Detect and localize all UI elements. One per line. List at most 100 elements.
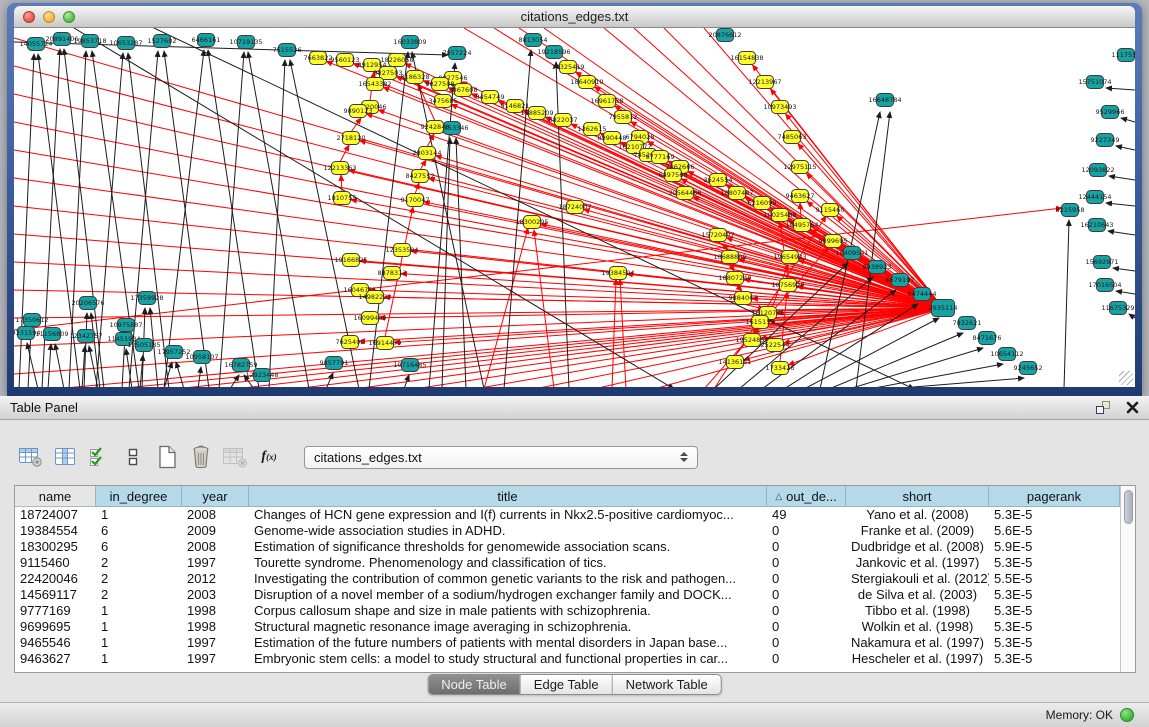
table-cell[interactable]: Estimation of significance thresholds fo… [249,539,767,555]
table-cell[interactable]: 9463627 [15,651,96,667]
table-row[interactable]: 969969511998Structural magnetic resonanc… [15,619,1120,635]
tab-node-table[interactable]: Node Table [428,675,521,694]
network-edge[interactable] [164,51,209,387]
table-cell[interactable]: 1 [96,507,182,523]
table-cell[interactable]: 1 [96,651,182,667]
tab-network-table[interactable]: Network Table [613,675,721,694]
network-edge[interactable] [869,364,1003,387]
show-columns-icon[interactable] [50,443,80,471]
table-cell[interactable]: 0 [767,539,846,555]
table-cell[interactable]: 6 [96,523,182,539]
table-scrollbar-thumb[interactable] [1124,490,1133,524]
network-edge[interactable] [612,279,616,387]
table-cell[interactable]: 9699695 [15,619,96,635]
window-titlebar[interactable]: citations_edges.txt [14,6,1135,28]
table-cell[interactable]: 5.3E-5 [989,651,1120,667]
table-cell[interactable]: Jankovic et al. (1997) [846,555,989,571]
table-cell[interactable]: 2 [96,571,182,587]
network-edge[interactable] [404,375,409,387]
network-edge[interactable] [1116,146,1135,150]
table-cell[interactable]: 0 [767,619,846,635]
table-cell[interactable]: 5.6E-5 [989,523,1120,539]
table-cell[interactable]: 19384554 [15,523,96,539]
table-cell[interactable]: 5.5E-5 [989,571,1120,587]
delete-column-icon[interactable] [186,443,216,471]
table-cell[interactable]: 5.3E-5 [989,603,1120,619]
table-cell[interactable]: 1 [96,635,182,651]
function-builder-icon[interactable]: f(x) [254,443,284,471]
table-cell[interactable]: 5.3E-5 [989,635,1120,651]
minimize-window-button[interactable] [43,11,55,23]
table-cell[interactable]: Yano et al. (2008) [846,507,989,523]
modify-table-icon[interactable] [16,443,46,471]
network-edge[interactable] [1106,203,1135,206]
table-cell[interactable]: Disruption of a novel member of a sodium… [249,587,767,603]
table-cell[interactable]: de Silva et al. (2003) [846,587,989,603]
column-header-year[interactable]: year [182,486,249,507]
table-cell[interactable]: 2008 [182,539,249,555]
network-edge[interactable] [208,50,259,387]
network-edge[interactable] [1109,176,1135,180]
column-header-short[interactable]: short [846,486,989,507]
table-cell[interactable]: 5.3E-5 [989,555,1120,571]
table-cell[interactable]: 14569117 [15,587,96,603]
network-edge[interactable] [164,50,204,387]
network-edge[interactable] [1108,231,1135,235]
column-header-name[interactable]: name [15,486,96,507]
table-row[interactable]: 946554611997Estimation of the future num… [15,635,1120,651]
table-cell[interactable]: 2012 [182,571,249,587]
table-cell[interactable]: 1998 [182,619,249,635]
table-cell[interactable]: 9777169 [15,603,96,619]
delete-table-icon[interactable] [220,443,250,471]
table-row[interactable]: 1830029562008Estimation of significance … [15,539,1120,555]
table-row[interactable]: 1938455462009Genome-wide association stu… [15,523,1120,539]
table-cell[interactable]: Tibbo et al. (1998) [846,603,989,619]
new-column-icon[interactable] [152,443,182,471]
table-cell[interactable]: 5.3E-5 [989,619,1120,635]
table-cell[interactable]: 2008 [182,507,249,523]
window-resize-grip[interactable] [1119,371,1133,385]
network-edge[interactable] [889,378,1024,387]
table-cell[interactable]: 18724007 [15,507,96,523]
select-all-icon[interactable] [84,443,114,471]
network-edge[interactable] [55,344,64,387]
table-row[interactable]: 946362711997Embryonic stem cells: a mode… [15,651,1120,667]
table-cell[interactable]: 2 [96,555,182,571]
table-cell[interactable]: Structural magnetic resonance image aver… [249,619,767,635]
table-cell[interactable]: Corpus callosum shape and size in male p… [249,603,767,619]
table-cell[interactable]: 22420046 [15,571,96,587]
table-cell[interactable]: 6 [96,539,182,555]
column-header-pagerank[interactable]: pagerank [989,486,1120,507]
table-cell[interactable]: 2003 [182,587,249,603]
table-cell[interactable]: Estimation of the future numbers of pati… [249,635,767,651]
table-selector-dropdown[interactable]: citations_edges.txt [304,446,698,469]
table-row[interactable]: 2242004622012Investigating the contribut… [15,571,1120,587]
table-row[interactable]: 1872400712008Changes of HCN gene express… [15,507,1120,523]
table-cell[interactable]: 1997 [182,635,249,651]
table-cell[interactable]: Stergiakouli et al. (2012) [846,571,989,587]
network-edge[interactable] [1121,118,1135,122]
table-cell[interactable]: Wolkin et al. (1998) [846,619,989,635]
network-canvas[interactable]: 1405572420891406198537181065328715276026… [14,28,1135,387]
table-cell[interactable]: Hescheler et al. (1997) [846,651,989,667]
table-cell[interactable]: Genome-wide association studies in ADHD. [249,523,767,539]
table-cell[interactable]: Franke et al. (2009) [846,523,989,539]
table-cell[interactable]: Tourette syndrome. Phenomenology and cla… [249,555,767,571]
table-row[interactable]: 1456911722003Disruption of a novel membe… [15,587,1120,603]
tab-edge-table[interactable]: Edge Table [521,675,613,694]
zoom-window-button[interactable] [63,11,75,23]
network-edge[interactable] [269,60,285,387]
table-scrollbar[interactable] [1120,486,1135,672]
table-row[interactable]: 911546021997Tourette syndrome. Phenomeno… [15,555,1120,571]
table-cell[interactable]: Embryonic stem cells: a model to study s… [249,651,767,667]
table-cell[interactable]: 0 [767,555,846,571]
column-header-in_degree[interactable]: in_degree [96,486,182,507]
network-edge[interactable] [1064,220,1069,387]
network-edge[interactable] [415,183,419,194]
close-panel-icon[interactable] [1126,401,1139,414]
row-mode-icon[interactable] [118,443,148,471]
network-edge[interactable] [351,118,361,132]
network-edge[interactable] [1129,314,1135,318]
table-cell[interactable]: 2009 [182,523,249,539]
table-cell[interactable]: 0 [767,603,846,619]
